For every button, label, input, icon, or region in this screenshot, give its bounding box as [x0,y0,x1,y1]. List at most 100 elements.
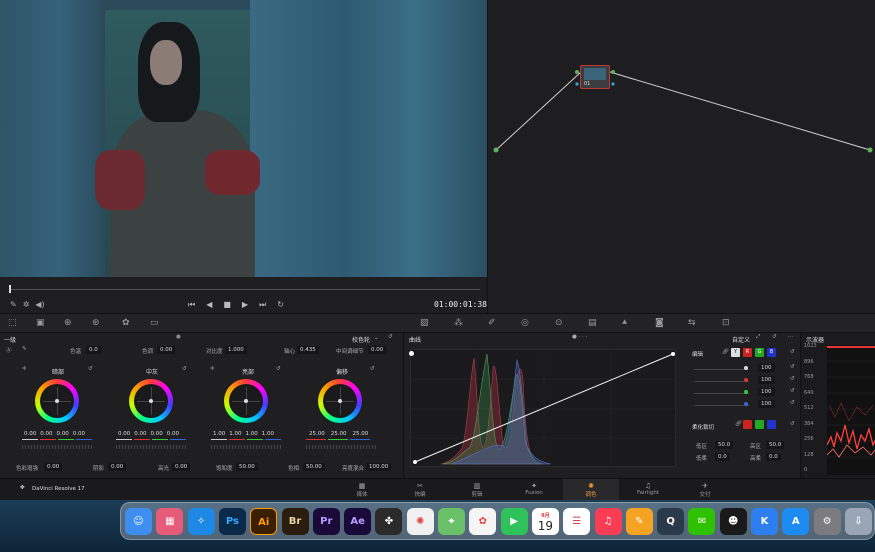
crosshair-icon[interactable]: ✛ [210,366,215,372]
chip-g[interactable]: G [755,348,764,357]
gamma-wheel[interactable] [129,379,173,423]
lift-master-slider[interactable] [22,445,92,449]
channel-slider-g[interactable] [694,393,749,394]
page-tab-fairlight[interactable]: ♫ Fairlight [628,482,668,496]
reset-icon[interactable]: ↺ [790,400,795,406]
playhead[interactable] [9,285,11,293]
window-icon[interactable]: ◎ [521,318,529,328]
page-tab-deliver[interactable]: ✈ 交付 [685,482,725,498]
reset-icon[interactable]: ↺ [790,421,795,427]
next-icon[interactable]: ⏭ [259,300,266,310]
expand-icon[interactable]: ⤢ [756,334,760,341]
midtone-detail-value[interactable]: 0.00 [368,346,387,354]
dock-app-after-effects[interactable]: Ae [344,508,372,535]
reset-icon[interactable]: ↺ [88,366,93,372]
more-icon[interactable]: ⋯ [788,334,794,340]
rgb-mixer-icon[interactable]: ✿ [122,318,130,328]
dock-app-bridge[interactable]: Br [281,508,309,535]
dock-app-app-store[interactable]: A [782,508,810,535]
timeline-scrubber[interactable] [10,289,480,290]
chip-b[interactable] [767,420,776,429]
page-tab-fusion[interactable]: ✦ Fusion [514,482,554,496]
3d-icon[interactable]: ⊡ [722,318,730,328]
gain-r[interactable]: 1.00 [229,431,241,437]
lift-g[interactable]: 0.00 [57,431,69,437]
offset-master-slider[interactable] [306,445,376,449]
page-tab-edit[interactable]: ▥ 剪辑 [457,482,497,498]
gamma-y[interactable]: 0.00 [118,431,130,437]
tracker-icon[interactable]: ⊙ [555,318,563,328]
lift-b[interactable]: 0.00 [73,431,85,437]
lift-r[interactable]: 0.00 [40,431,52,437]
dock-app-davinci-resolve[interactable]: ✤ [375,508,403,535]
reset-icon[interactable]: ↺ [790,364,795,370]
pivot-value[interactable]: 0.435 [297,346,319,354]
dock-app-qq[interactable]: ☻ [719,508,747,535]
dock-app-safari[interactable]: ✧ [187,508,215,535]
channel-value-b[interactable]: 100 [758,400,775,408]
lift-y[interactable]: 0.00 [24,431,36,437]
qualifier-icon[interactable]: ✐ [488,318,496,328]
page-tab-color[interactable]: ✺ 调色 [571,482,611,498]
temperature-value[interactable]: 0.0 [86,346,101,354]
node-editor[interactable]: 01 [487,0,875,313]
channel-value-r[interactable]: 100 [758,376,775,384]
curves-mode-dropdown[interactable]: 自定义 [732,335,750,344]
reset-icon[interactable]: ↺ [772,334,777,340]
play-icon[interactable]: ▶ [242,300,248,310]
dock-app-calendar[interactable]: 9月 19 [531,508,559,535]
curve-handle-top-left[interactable] [409,351,414,356]
lift-wheel[interactable] [35,379,79,423]
chip-b[interactable]: B [767,348,776,357]
reset-icon[interactable]: ↺ [182,366,187,372]
shadows-value[interactable]: 0.00 [108,463,127,471]
tint-value[interactable]: 0.00 [157,346,176,354]
key-icon[interactable]: ◙ [655,318,664,328]
curve-editor[interactable] [410,349,676,467]
chip-g[interactable] [755,420,764,429]
dock-app-wechat[interactable]: ✉ [688,508,716,535]
offset-b[interactable]: 25.00 [353,431,369,437]
gamma-g[interactable]: 0.00 [151,431,163,437]
offset-r[interactable]: 25.00 [309,431,325,437]
luminance-mix-value[interactable]: 100.00 [366,463,392,471]
blur-icon[interactable]: ⯅ [621,318,628,328]
gain-master-slider[interactable] [211,445,281,449]
dock-app-facetime[interactable]: ▶ [500,508,528,535]
highlights-value[interactable]: 0.00 [172,463,191,471]
sizing-icon[interactable]: ⇆ [688,318,696,328]
prev-icon[interactable]: ⏮ [188,300,195,310]
node-01[interactable]: 01 [580,65,610,89]
dock-app-launchpad[interactable]: ▦ [156,508,184,535]
curves-icon[interactable]: ▨ [420,318,429,328]
dock-app-illustrator[interactable]: Ai [250,508,278,535]
auto-balance-icon[interactable]: Ⓐ [6,346,12,354]
link-icon[interactable]: 🔗︎ [735,421,742,427]
color-wheels-icon[interactable]: ⊕ [64,318,72,328]
page-tab-cut[interactable]: ✂ 快编 [400,482,440,498]
crosshair-icon[interactable]: ✛ [22,366,27,372]
soft-clip-high-soft-value[interactable]: 0.0 [766,453,781,461]
grid-icon[interactable]: ✲ [23,300,30,309]
page-tab-media[interactable]: ▦ 媒体 [342,482,382,498]
step-back-icon[interactable]: ◀ [206,300,212,310]
dock-app-photos[interactable]: ✿ [469,508,497,535]
offset-g[interactable]: 25.00 [331,431,347,437]
hue-value[interactable]: 50.00 [303,463,325,471]
gain-g[interactable]: 1.00 [246,431,258,437]
channel-value-g[interactable]: 100 [758,388,775,396]
dock-app-quicktime[interactable]: Q [657,508,685,535]
chip-y[interactable]: Y [731,348,740,357]
chevron-down-icon[interactable]: ⌄ [374,335,379,341]
dock-app-premiere-pro[interactable]: Pr [312,508,340,535]
loop-icon[interactable]: ↻ [277,300,284,310]
reset-icon[interactable]: ↺ [790,388,795,394]
saturation-value[interactable]: 50.00 [236,463,258,471]
camera-raw-icon[interactable]: ⬚ [8,318,17,328]
chip-r[interactable] [743,420,752,429]
color-boost-value[interactable]: 0.00 [44,463,63,471]
reset-icon[interactable]: ↺ [388,334,393,340]
channel-slider-b[interactable] [694,405,749,406]
color-match-icon[interactable]: ▣ [36,318,45,328]
color-warper-icon[interactable]: ⁂ [454,318,463,328]
